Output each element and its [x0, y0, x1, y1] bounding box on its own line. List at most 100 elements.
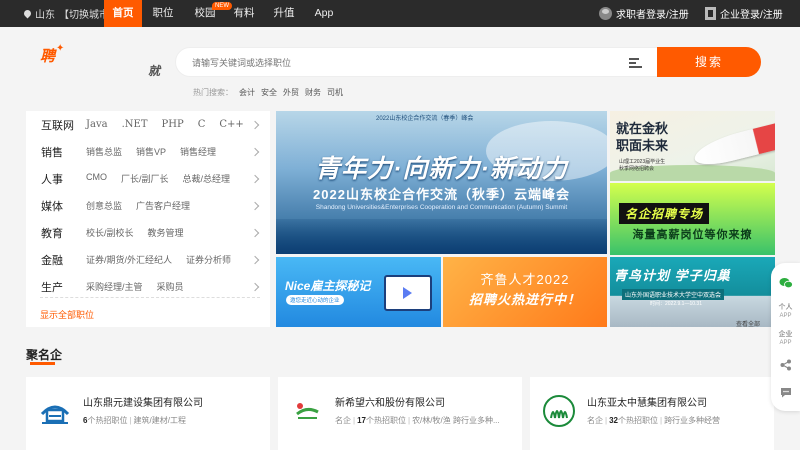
category-link[interactable]: 教务管理: [148, 226, 184, 239]
nav-shengzhi[interactable]: 升值: [266, 0, 302, 27]
company-meta: 6个热招职位 | 建筑/建材/工程: [83, 416, 186, 425]
banner-english-title: Shandong Universities&Enterprises Cooper…: [315, 204, 568, 211]
building-company-logo-icon: [40, 405, 70, 424]
autumn-fair-title-line2: 职面未来: [616, 138, 669, 153]
hot-searches: 热门搜索： 会计 安全 外贸 财务 司机: [193, 87, 343, 98]
category-link[interactable]: 销售经理: [180, 145, 216, 158]
category-link[interactable]: 采购员: [157, 280, 184, 293]
company-card[interactable]: 山东鼎元建设集团有限公司 6个热招职位 | 建筑/建材/工程: [26, 377, 270, 450]
nav-app[interactable]: App: [306, 0, 342, 27]
company-card[interactable]: 山东亚太中慧集团有限公司 名企 | 32个热招职位 | 跨行业多种经营: [530, 377, 774, 450]
wechat-button[interactable]: [771, 277, 800, 291]
qilu-talent-banner[interactable]: 齐鲁人才2022 招聘火热进行中！: [443, 257, 607, 327]
hot-word[interactable]: 司机: [327, 87, 343, 98]
nav-campus[interactable]: 校园 NEW: [186, 0, 232, 27]
video-play-icon: [384, 275, 432, 311]
user-avatar-icon: [599, 7, 612, 20]
category-link[interactable]: Java: [86, 119, 108, 130]
nav-jobs[interactable]: 职位: [144, 0, 182, 27]
category-link[interactable]: 销售总监: [86, 145, 122, 158]
search-input[interactable]: [192, 55, 612, 71]
autumn-fair-subtitle: 山理工2023届毕业生 秋季网络招聘会: [619, 159, 665, 173]
autumn-fair-banner[interactable]: 就在金秋 职面未来 山理工2023届毕业生 秋季网络招聘会: [610, 111, 775, 181]
famous-company-banner[interactable]: 名企招聘专场 海量高薪岗位等你来撩: [610, 183, 775, 255]
newhope-company-logo-icon: [296, 403, 319, 419]
share-button[interactable]: [771, 359, 800, 373]
category-link[interactable]: 证券分析师: [186, 253, 231, 266]
category-link[interactable]: 总裁/总经理: [183, 172, 231, 185]
category-row-sales[interactable]: 销售 销售总监 销售VP 销售经理: [26, 138, 270, 165]
job-category-menu: 互联网 Java .NET PHP C C++ 销售 销售总监 销售VP 销售经…: [26, 111, 270, 327]
autumn-fair-sub-line2: 秋季网络招聘会: [619, 166, 655, 172]
qingniao-subtitle: 山东外国语职业技术大学空中双选会: [622, 289, 725, 300]
hot-word[interactable]: 财务: [305, 87, 321, 98]
category-name: 互联网: [41, 119, 74, 132]
job-seeker-login-label: 求职者登录/注册: [616, 10, 689, 21]
company-card[interactable]: 新希望六和股份有限公司 名企 | 17个热招职位 | 农/林/牧/渔 跨行业多种...: [278, 377, 522, 450]
main-banner[interactable]: 2022山东校企合作交流（春季）峰会 青年力·向新力·新动力 2022山东校企合…: [276, 111, 607, 254]
autumn-fair-title: 就在金秋 职面未来: [616, 120, 668, 154]
chevron-right-icon: [250, 282, 260, 291]
autumn-fair-title-line1: 就在金秋: [616, 121, 669, 136]
category-name: 销售: [41, 146, 63, 159]
top-navigation-bar: 山东 【切换城市】 首页 职位 校园 NEW 有料 升值 App 求职者登录/注…: [0, 0, 800, 27]
category-link[interactable]: .NET: [122, 119, 148, 130]
nav-youliao[interactable]: 有料: [226, 0, 262, 27]
category-row-internet[interactable]: 互联网 Java .NET PHP C C++: [26, 111, 270, 138]
category-row-production[interactable]: 生产 采购经理/主管 采购员: [26, 273, 270, 300]
category-link[interactable]: C++: [219, 119, 243, 130]
category-link[interactable]: 校长/副校长: [86, 226, 134, 239]
category-row-finance[interactable]: 金融 证券/期货/外汇经纪人 证券分析师: [26, 246, 270, 273]
building-icon: [705, 7, 716, 20]
category-link[interactable]: 创意总监: [86, 199, 122, 212]
company-app-button[interactable]: 企业 APP: [771, 330, 800, 348]
hot-word[interactable]: 安全: [261, 87, 277, 98]
hot-search-label: 热门搜索：: [193, 88, 233, 97]
category-link[interactable]: 厂长/副厂长: [121, 172, 169, 185]
category-link[interactable]: C: [198, 119, 206, 130]
category-link[interactable]: 广告客户经理: [136, 199, 190, 212]
show-all-jobs-link[interactable]: 显示全部职位: [40, 308, 94, 321]
category-row-media[interactable]: 媒体 创意总监 广告客户经理: [26, 192, 270, 219]
divider: [40, 297, 260, 298]
hot-word[interactable]: 会计: [239, 87, 255, 98]
qingniao-plan-banner[interactable]: 青鸟计划 学子归巢 山东外国语职业技术大学空中双选会 时间：2022.9.1—1…: [610, 257, 775, 327]
company-industry: 建筑/建材/工程: [133, 416, 186, 425]
category-name: 生产: [41, 281, 63, 294]
company-login[interactable]: 企业登录/注册: [705, 0, 783, 27]
current-city: 山东: [35, 10, 55, 21]
nice-employer-banner[interactable]: Nice雇主探秘记 邀您走近心动的企业: [276, 257, 441, 327]
hot-job-suffix: 个热招职位: [365, 416, 406, 425]
company-name[interactable]: 山东亚太中慧集团有限公司: [587, 394, 707, 409]
feedback-icon: [780, 388, 791, 398]
company-name[interactable]: 新希望六和股份有限公司: [335, 394, 445, 409]
hot-word[interactable]: 外贸: [283, 87, 299, 98]
company-meta: 名企 | 17个热招职位 | 农/林/牧/渔 跨行业多种...: [335, 416, 500, 425]
nav-home[interactable]: 首页: [104, 0, 142, 27]
job-seeker-login[interactable]: 求职者登录/注册: [599, 0, 689, 27]
category-link[interactable]: 证券/期货/外汇经纪人: [86, 253, 172, 266]
company-tag: 名企: [335, 416, 351, 425]
category-name: 媒体: [41, 200, 63, 213]
feedback-button[interactable]: [771, 387, 800, 400]
banner-skyline-decoration: [276, 219, 607, 254]
person-app-button[interactable]: 个人 APP: [771, 303, 800, 321]
company-industry: 跨行业多种经营: [664, 416, 721, 425]
famous-company-subtitle: 海量高薪岗位等你来撩: [632, 229, 753, 241]
category-link[interactable]: PHP: [162, 119, 184, 130]
category-link[interactable]: 采购经理/主管: [86, 280, 143, 293]
filter-icon[interactable]: [629, 56, 642, 69]
hot-job-count: 32: [609, 416, 618, 425]
autumn-fair-sub-line1: 山理工2023届毕业生: [619, 159, 666, 165]
category-row-hr[interactable]: 人事 CMO 厂长/副厂长 总裁/总经理: [26, 165, 270, 192]
search-bar: 搜索: [175, 47, 761, 77]
company-name[interactable]: 山东鼎元建设集团有限公司: [83, 394, 203, 409]
category-row-education[interactable]: 教育 校长/副校长 教务管理: [26, 219, 270, 246]
search-button[interactable]: 搜索: [657, 47, 761, 77]
company-tag: 名企: [587, 416, 603, 425]
category-link[interactable]: 销售VP: [136, 145, 166, 158]
wechat-icon: [779, 278, 793, 289]
category-link[interactable]: CMO: [86, 172, 107, 185]
view-all-link[interactable]: 查看全部: [736, 319, 760, 327]
logo-text: 聘: [40, 47, 56, 65]
